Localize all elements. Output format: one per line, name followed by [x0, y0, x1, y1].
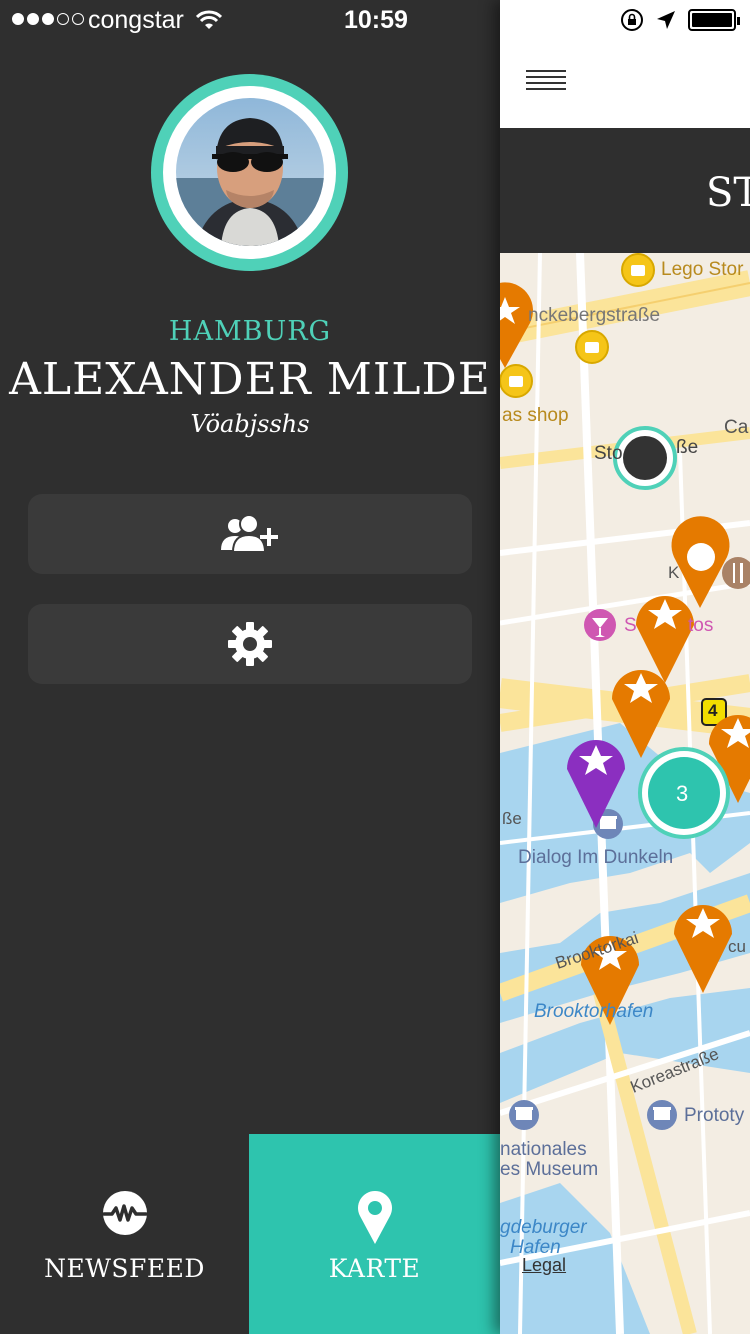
tab-karte[interactable]: KARTE — [249, 1134, 500, 1334]
profile-subtitle: Vöabjsshs — [190, 410, 310, 438]
location-arrow-icon — [657, 11, 675, 29]
battery-icon — [688, 9, 740, 31]
tab-newsfeed[interactable]: NEWSFEED — [0, 1134, 249, 1334]
route-shield-label: 4 — [708, 701, 718, 720]
rotation-lock-icon — [621, 9, 643, 31]
map-label: as shop — [502, 405, 569, 426]
shop-poi-icon[interactable] — [500, 364, 533, 398]
profile-city: HAMBURG — [168, 316, 332, 347]
settings-button[interactable] — [28, 604, 472, 684]
gear-icon — [228, 622, 272, 666]
map-label: gdeburger — [500, 1217, 587, 1238]
carrier-label: congstar — [88, 6, 184, 34]
map-label: ße — [502, 809, 522, 828]
main-header — [500, 0, 750, 128]
add-friend-icon — [221, 514, 278, 553]
map-label: Prototy — [684, 1105, 745, 1126]
signal-strength-icon — [12, 13, 84, 25]
tab-karte-label: KARTE — [328, 1254, 421, 1283]
map-label: S — [624, 615, 637, 636]
map-label: tos — [688, 615, 714, 636]
map-pin-icon — [357, 1191, 392, 1244]
legal-link[interactable]: Legal — [522, 1255, 566, 1276]
status-bar: congstar 10:59 — [0, 0, 500, 40]
status-time: 10:59 — [344, 6, 408, 34]
user-location-marker[interactable] — [613, 426, 677, 490]
shop-poi-icon[interactable] — [621, 253, 655, 287]
hamburger-menu-icon[interactable] — [526, 70, 566, 94]
museum-poi-icon[interactable] — [647, 1100, 677, 1130]
status-bar-right — [620, 8, 740, 32]
shop-poi-icon[interactable] — [575, 330, 609, 364]
map-label: Dialog Im Dunkeln — [518, 847, 674, 868]
side-drawer: congstar 10:59 HAMBURG ALEXANDER MILDE V… — [0, 0, 500, 1334]
museum-poi-icon[interactable] — [509, 1100, 539, 1130]
map-label: nationales — [500, 1139, 587, 1160]
map-label: nckebergstraße — [528, 305, 661, 326]
add-friend-button[interactable] — [28, 494, 472, 574]
wifi-icon — [196, 10, 222, 29]
newsfeed-wave-icon — [101, 1191, 148, 1235]
tab-newsfeed-label: NEWSFEED — [44, 1254, 205, 1283]
main-panel[interactable]: Lego Stor nckebergstraße as shop Ca Sto … — [500, 0, 750, 1334]
map-label: K — [668, 563, 680, 582]
map-label: Brooktorhafen — [534, 1001, 654, 1022]
map-label: ße — [676, 437, 699, 458]
avatar[interactable] — [176, 98, 324, 246]
map-label: es Museum — [500, 1159, 599, 1180]
map-label: Sto — [594, 443, 623, 464]
cluster-count: 3 — [676, 781, 689, 806]
profile-name: ALEXANDER MILDE — [9, 354, 491, 405]
map-label: cu — [728, 937, 746, 956]
map-label: Lego Stor — [661, 259, 744, 280]
bar-poi-icon[interactable] — [584, 609, 616, 641]
map-label: Ca — [724, 417, 749, 438]
page-title: ST — [706, 170, 750, 216]
map-view[interactable]: Lego Stor nckebergstraße as shop Ca Sto … — [500, 253, 750, 1334]
